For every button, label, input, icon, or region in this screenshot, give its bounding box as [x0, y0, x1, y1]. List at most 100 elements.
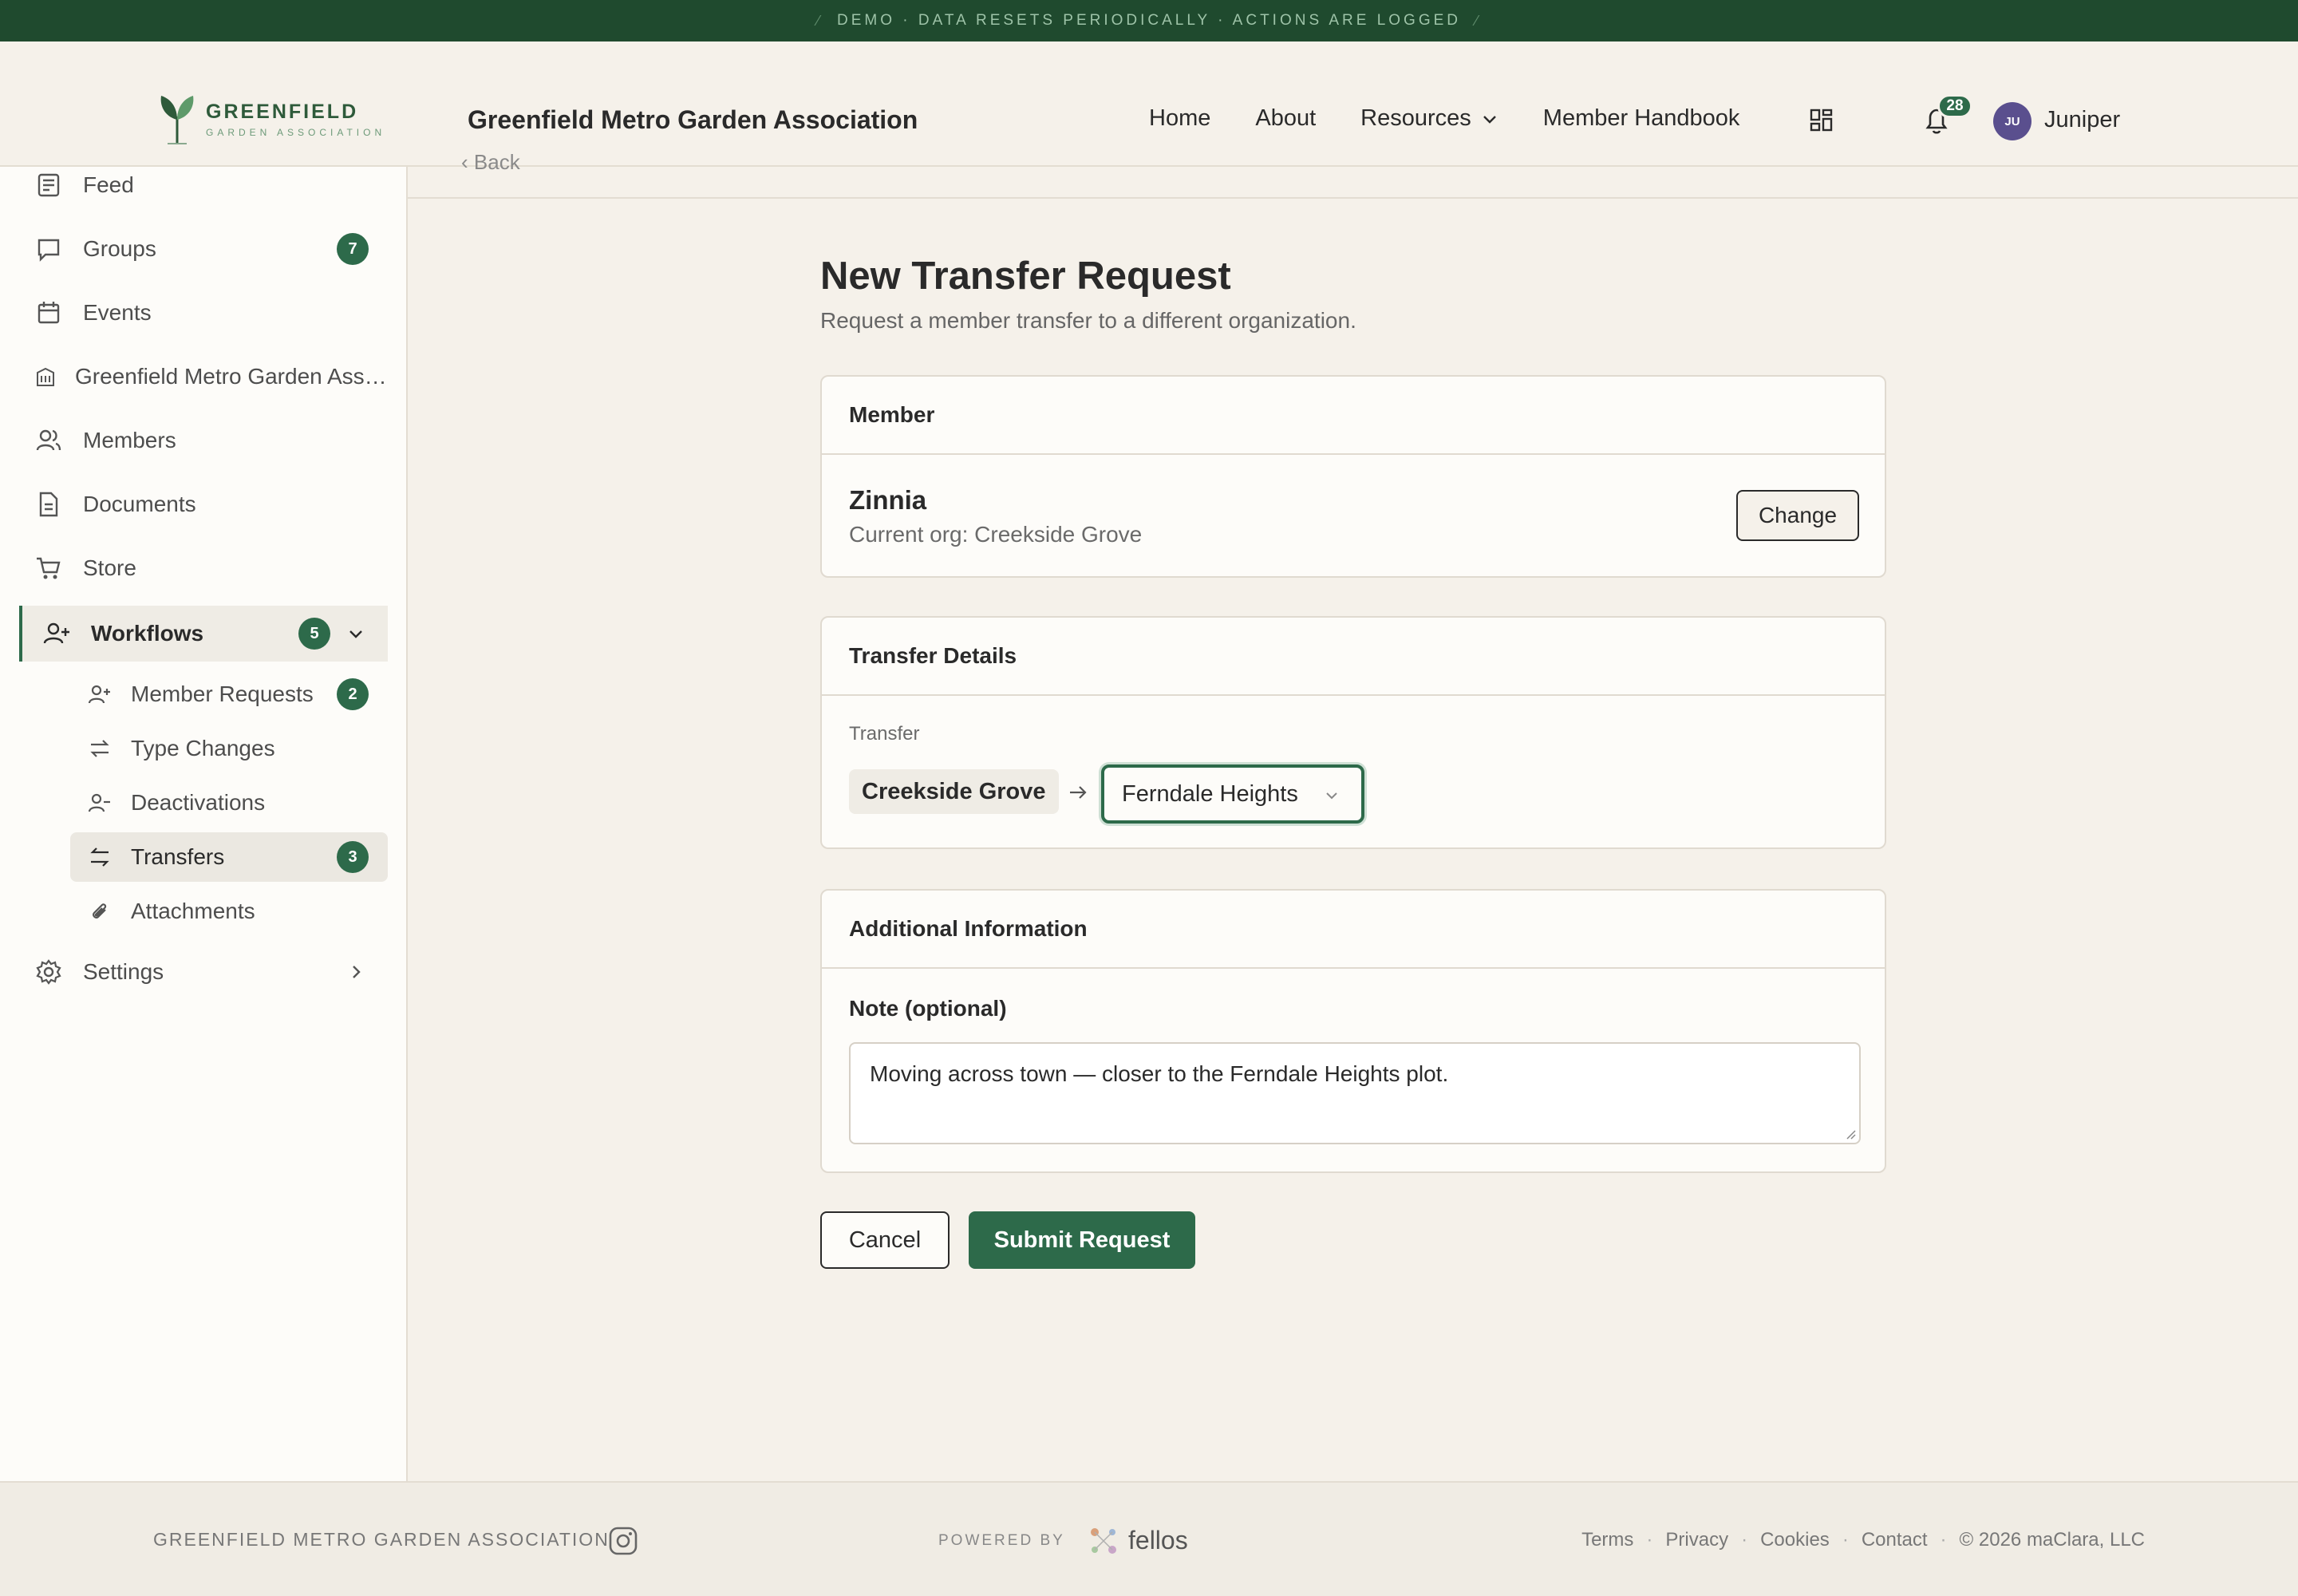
chevron-down-icon: [1483, 115, 1496, 124]
sidebar-subitem-type-changes[interactable]: Type Changes: [70, 724, 388, 773]
sidebar-item-groups[interactable]: Groups 7: [19, 223, 388, 275]
count-badge: 7: [337, 233, 369, 265]
count-badge: 5: [298, 618, 330, 650]
sidebar-item-label: Events: [83, 300, 152, 325]
logo[interactable]: GREENFIELD GARDEN ASSOCIATION: [156, 93, 385, 145]
leaf-icon: ⁄: [816, 12, 823, 29]
fellos-brand[interactable]: fellos: [1128, 1526, 1188, 1555]
user-name[interactable]: Juniper: [2044, 107, 2120, 133]
separator: ·: [1940, 1529, 1947, 1551]
org-title[interactable]: Greenfield Metro Garden Association: [468, 105, 918, 135]
footer-org-name: GREENFIELD METRO GARDEN ASSOCIATION: [153, 1529, 610, 1550]
submit-request-button[interactable]: Submit Request: [969, 1211, 1195, 1269]
footer-link-terms[interactable]: Terms: [1581, 1529, 1633, 1551]
sidebar-subitem-transfers[interactable]: Transfers 3: [70, 832, 388, 882]
footer-link-privacy[interactable]: Privacy: [1665, 1529, 1728, 1551]
building-icon: [37, 367, 54, 386]
site-header: GREENFIELD GARDEN ASSOCIATION Greenfield…: [0, 41, 2298, 167]
user-plus-icon: [88, 685, 110, 704]
nav-member-handbook[interactable]: Member Handbook: [1543, 105, 1740, 132]
sidebar-subitem-label: Member Requests: [131, 681, 314, 706]
chevron-down-icon[interactable]: [346, 624, 365, 643]
feed-icon: [38, 173, 60, 197]
change-member-button[interactable]: Change: [1736, 490, 1859, 541]
cancel-button[interactable]: Cancel: [820, 1211, 950, 1269]
powered-by-label: POWERED BY: [938, 1532, 1065, 1549]
demo-banner-text: DEMO · DATA RESETS PERIODICALLY · ACTION…: [837, 12, 1461, 29]
note-label: Note (optional): [849, 996, 1007, 1021]
nav-home[interactable]: Home: [1149, 105, 1210, 132]
sidebar: Feed Groups 7 Events Greenfield Metro Ga…: [0, 167, 408, 1481]
transfer-details-card: Transfer Details Transfer Creekside Grov…: [820, 616, 1886, 849]
sidebar-item-feed[interactable]: Feed: [19, 159, 388, 211]
resize-handle-icon[interactable]: [1843, 1127, 1856, 1140]
sidebar-item-events[interactable]: Events: [19, 286, 388, 339]
sidebar-item-label: Settings: [83, 959, 164, 984]
sidebar-subitem-member-requests[interactable]: Member Requests 2: [70, 670, 388, 719]
note-value: Moving across town — closer to the Fernd…: [870, 1061, 1449, 1086]
sidebar-item-workflows[interactable]: Workflows 5: [19, 606, 388, 662]
logo-subtitle: GARDEN ASSOCIATION: [206, 126, 386, 138]
back-link[interactable]: ‹ Back: [461, 150, 520, 175]
main-nav: Home About Resources Member Handbook: [1149, 105, 1739, 132]
sidebar-item-label: Groups: [83, 236, 156, 261]
count-badge: 3: [337, 841, 369, 873]
calendar-icon: [38, 302, 60, 324]
sidebar-subitem-label: Deactivations: [131, 790, 266, 815]
footer-links: Terms · Privacy · Cookies · Contact · © …: [1581, 1529, 2145, 1551]
gear-icon: [36, 959, 61, 985]
transfer-icon: [90, 847, 109, 867]
additional-info-card: Additional Information Note (optional) M…: [820, 889, 1886, 1173]
info-card-heading: Additional Information: [822, 891, 1885, 969]
separator: ·: [1646, 1529, 1653, 1551]
sidebar-subitem-attachments[interactable]: Attachments: [70, 887, 388, 936]
member-card: Member Zinnia Current org: Creekside Gro…: [820, 375, 1886, 578]
sidebar-item-members[interactable]: Members: [19, 414, 388, 467]
users-icon: [36, 429, 61, 451]
note-textarea[interactable]: Moving across town — closer to the Fernd…: [849, 1042, 1861, 1144]
page-title: New Transfer Request: [820, 255, 1231, 298]
to-org-value: Ferndale Heights: [1122, 780, 1298, 807]
logo-name: GREENFIELD: [206, 100, 359, 123]
nav-resources-label: Resources: [1360, 105, 1471, 131]
sidebar-subitem-label: Attachments: [131, 899, 255, 923]
sidebar-subitem-label: Transfers: [131, 844, 225, 869]
sidebar-item-organization[interactable]: Greenfield Metro Garden Association: [19, 350, 388, 403]
member-current-org: Current org: Creekside Grove: [849, 522, 1143, 547]
footer-link-cookies[interactable]: Cookies: [1760, 1529, 1830, 1551]
nav-resources[interactable]: Resources: [1360, 105, 1498, 132]
apps-grid-icon[interactable]: [1810, 109, 1834, 132]
nav-about[interactable]: About: [1255, 105, 1316, 132]
sidebar-subitem-label: Type Changes: [131, 736, 275, 760]
footer-link-contact[interactable]: Contact: [1862, 1529, 1928, 1551]
notification-badge: 28: [1937, 94, 1972, 118]
chevron-left-icon: ‹: [461, 150, 474, 174]
avatar[interactable]: JU: [1993, 102, 2031, 140]
sidebar-item-settings[interactable]: Settings: [19, 946, 388, 998]
sidebar-item-label: Store: [83, 555, 136, 580]
footer-copyright: © 2026 maClara, LLC: [1959, 1529, 2145, 1551]
leaf-icon: ⁄: [1475, 12, 1482, 29]
sidebar-item-store[interactable]: Store: [19, 542, 388, 595]
sprout-logo-icon: [160, 96, 194, 144]
to-org-select[interactable]: Ferndale Heights: [1101, 764, 1364, 824]
sidebar-subitem-deactivations[interactable]: Deactivations: [70, 778, 388, 828]
sidebar-item-label: Feed: [83, 172, 134, 197]
chevron-right-icon[interactable]: [346, 962, 365, 982]
sidebar-item-label: Workflows: [91, 621, 204, 646]
transfer-card-heading: Transfer Details: [822, 618, 1885, 696]
back-link-label: Back: [473, 150, 520, 174]
sidebar-item-label: Members: [83, 428, 176, 452]
sidebar-item-documents[interactable]: Documents: [19, 478, 388, 531]
member-card-heading: Member: [822, 377, 1885, 455]
swap-icon: [90, 740, 109, 757]
demo-banner: ⁄ DEMO · DATA RESETS PERIODICALLY · ACTI…: [0, 0, 2298, 41]
main-topbar: [408, 167, 2298, 199]
user-plus-icon: [43, 622, 69, 644]
sidebar-item-label: Documents: [83, 492, 196, 516]
member-name: Zinnia: [849, 485, 927, 515]
instagram-icon[interactable]: [608, 1526, 638, 1556]
user-minus-icon: [88, 793, 110, 812]
chat-icon: [38, 239, 60, 262]
chevron-down-icon: [1326, 792, 1337, 800]
